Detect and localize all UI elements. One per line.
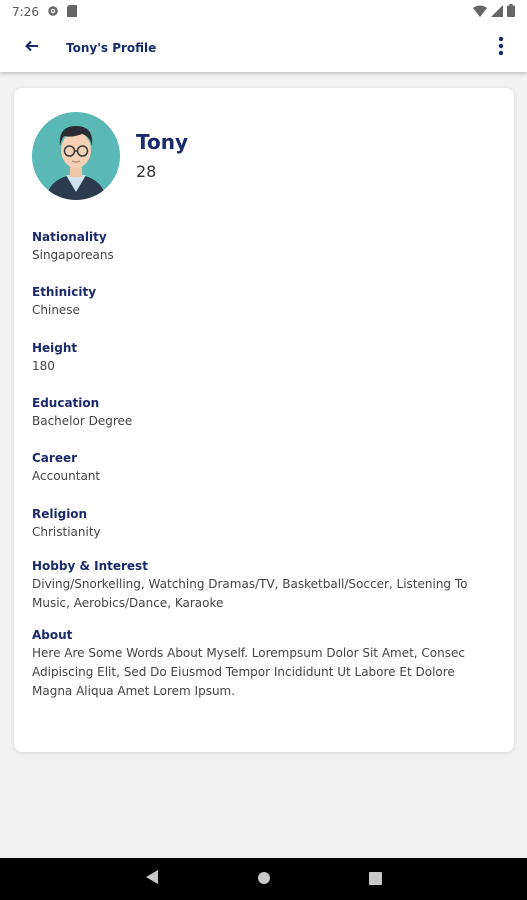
nav-recents-button[interactable]: [320, 858, 432, 900]
field-value: Accountant: [32, 469, 101, 483]
field-label: Hobby & Interest: [32, 559, 148, 573]
field-label: Education: [32, 396, 100, 410]
avatar: [32, 112, 120, 200]
field-label: Career: [32, 451, 78, 465]
settings-icon: [47, 5, 59, 20]
field-label: Ethinicity: [32, 285, 97, 299]
sd-card-icon: [66, 4, 77, 20]
app-bar: Tony's Profile: [0, 24, 527, 72]
battery-icon: [507, 4, 515, 20]
status-time: 7:26: [12, 5, 39, 19]
field-label: About: [32, 628, 73, 642]
field-value: Singaporeans: [32, 248, 114, 262]
nav-back-button[interactable]: [96, 858, 208, 900]
profile-name: Tony: [136, 130, 189, 154]
triangle-back-icon: [145, 869, 159, 889]
field-about: About Here Are Some Words About Myself. …: [32, 626, 492, 701]
field-label: Nationality: [32, 230, 107, 244]
field-value: 180: [32, 359, 55, 373]
page-title: Tony's Profile: [66, 41, 157, 55]
back-button[interactable]: [8, 24, 56, 72]
field-hobby-interest: Hobby & Interest Diving/Snorkelling, Wat…: [32, 557, 492, 613]
overflow-menu-button[interactable]: [489, 28, 513, 68]
field-height: Height 180: [32, 339, 492, 376]
circle-home-icon: [257, 870, 271, 889]
nav-home-button[interactable]: [208, 858, 320, 900]
system-nav-bar: [0, 858, 527, 900]
square-recents-icon: [369, 870, 382, 889]
field-value: Diving/Snorkelling, Watching Dramas/TV, …: [32, 577, 468, 610]
status-bar: 7:26: [0, 0, 527, 24]
field-value: Christianity: [32, 525, 101, 539]
arrow-left-icon: [24, 38, 40, 58]
signal-icon: [491, 4, 503, 20]
profile-card: Tony 28 Nationality Singaporeans Ethinic…: [14, 88, 514, 752]
wifi-icon: [473, 5, 487, 20]
field-value: Chinese: [32, 303, 80, 317]
field-religion: Religion Christianity: [32, 505, 492, 542]
field-education: Education Bachelor Degree: [32, 394, 492, 431]
field-label: Religion: [32, 507, 88, 521]
field-nationality: Nationality Singaporeans: [32, 228, 492, 265]
field-value: Here Are Some Words About Myself. Loremp…: [32, 646, 465, 698]
field-label: Height: [32, 341, 78, 355]
field-ethnicity: Ethinicity Chinese: [32, 283, 492, 320]
more-vert-icon: [498, 36, 504, 60]
field-career: Career Accountant: [32, 449, 492, 486]
field-value: Bachelor Degree: [32, 414, 133, 428]
profile-age: 28: [136, 162, 157, 181]
